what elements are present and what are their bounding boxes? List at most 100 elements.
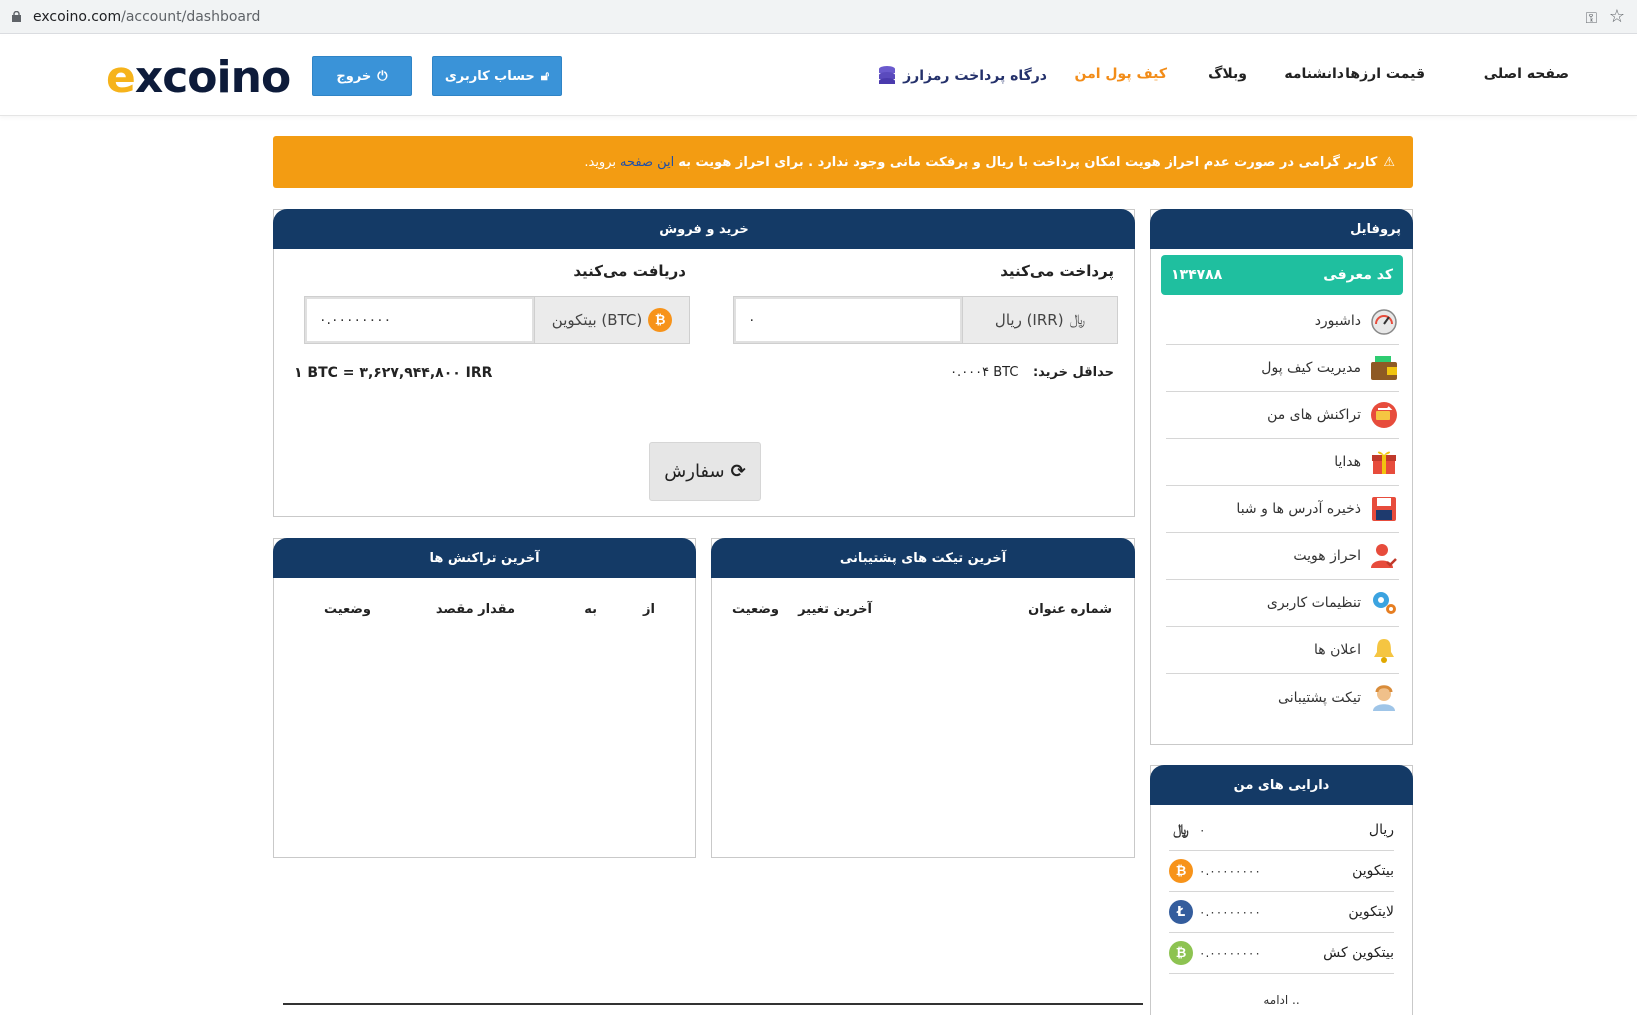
- warning-icon: ⚠: [1383, 154, 1395, 170]
- referral-code: ۱۳۴۷۸۸: [1171, 267, 1223, 283]
- asset-value: ۰: [1199, 823, 1206, 837]
- user-verify-icon: [1369, 541, 1399, 571]
- pay-currency-label: ریال (IRR): [994, 311, 1064, 329]
- asset-value: ۰.۰۰۰۰۰۰۰۰: [1199, 946, 1261, 960]
- power-icon: ⏻: [377, 68, 388, 84]
- exchange-rate: ۱ BTC = ۳,۶۲۷,۹۴۴,۸۰۰ IRR: [294, 365, 493, 381]
- txns-col-to: به: [584, 602, 597, 617]
- browser-url-bar[interactable]: excoino.com/account/dashboard ⚿ ☆: [0, 0, 1637, 34]
- assets-panel: دارایی های من ﷼ ۰ ریال ₿ ۰.۰۰۰۰۰۰۰۰ بیتک…: [1150, 765, 1413, 1015]
- bookmark-star-icon[interactable]: ☆: [1609, 6, 1625, 27]
- sidebar-item-label: تنظیمات کاربری: [1266, 595, 1361, 611]
- asset-row-rial: ﷼ ۰ ریال: [1169, 810, 1394, 851]
- url-domain: excoino.com: [33, 9, 122, 25]
- refresh-icon: ⟳: [730, 461, 746, 482]
- sidebar-item-dashboard[interactable]: داشبورد: [1166, 298, 1399, 345]
- sidebar-item-label: تراکنش های من: [1267, 407, 1361, 423]
- nav-crypto-gateway-label: درگاه پرداخت رمزارز: [903, 68, 1047, 84]
- alert-link[interactable]: این صفحه: [620, 155, 674, 170]
- asset-name: بیتکوین کش: [1323, 945, 1394, 961]
- tickets-col-title: عنوان: [1028, 602, 1066, 617]
- account-button[interactable]: حساب کاربری 🔓︎: [432, 56, 562, 96]
- sidebar-item-label: داشبورد: [1314, 313, 1361, 329]
- tickets-panel-title: آخرین تیکت های پشتیبانی: [711, 538, 1135, 578]
- wallet-icon: [1369, 353, 1399, 383]
- logo-letter-e: e: [106, 51, 136, 103]
- receive-amount-input[interactable]: ۰.۰۰۰۰۰۰۰۰: [305, 297, 534, 343]
- asset-name: ریال: [1368, 822, 1394, 838]
- account-label: حساب کاربری: [444, 68, 535, 84]
- sidebar-item-notifications[interactable]: اعلان ها: [1166, 627, 1399, 674]
- sidebar-item-saved-addresses[interactable]: ذخیره آدرس ها و شبا: [1166, 486, 1399, 533]
- asset-row-bitcoin-cash: ₿ ۰.۰۰۰۰۰۰۰۰ بیتکوین کش: [1169, 933, 1394, 974]
- logo-text: xcoino: [134, 51, 291, 103]
- nav-blog[interactable]: وبلاگ: [1208, 66, 1247, 82]
- sidebar-item-label: هدایا: [1334, 454, 1361, 470]
- trade-panel-title: خرید و فروش: [273, 209, 1135, 249]
- order-label: سفارش: [664, 461, 725, 482]
- sidebar-item-label: تیکت پشتیبانی: [1278, 689, 1361, 706]
- litecoin-icon: Ł: [1169, 900, 1193, 924]
- sidebar-item-verification[interactable]: احراز هویت: [1166, 533, 1399, 580]
- lock-icon: [12, 11, 21, 22]
- txns-col-from: از: [643, 602, 655, 617]
- sidebar-item-label: ذخیره آدرس ها و شبا: [1236, 501, 1361, 517]
- tickets-panel: آخرین تیکت های پشتیبانی شماره عنوان آخری…: [711, 538, 1135, 858]
- nav-home[interactable]: صفحه اصلی: [1484, 66, 1569, 82]
- sidebar-item-wallet[interactable]: مدیریت کیف پول: [1166, 345, 1399, 392]
- tickets-col-number: شماره: [1070, 602, 1112, 617]
- url-path: /account/dashboard: [121, 9, 261, 25]
- verification-alert: ⚠ کاربر گرامی در صورت عدم احراز هویت امک…: [273, 136, 1413, 188]
- save-icon: [1369, 494, 1399, 524]
- sidebar-item-settings[interactable]: تنظیمات کاربری: [1166, 580, 1399, 627]
- pay-currency-select[interactable]: ریال (IRR) ﷼: [962, 297, 1117, 343]
- order-button[interactable]: سفارش ⟳: [649, 442, 761, 501]
- referral-label: کد معرفی: [1323, 267, 1393, 283]
- rial-icon: ﷼: [1169, 818, 1193, 842]
- receive-currency-label: بیتکوین (BTC): [551, 311, 643, 329]
- asset-value: ۰.۰۰۰۰۰۰۰۰: [1199, 864, 1261, 878]
- nav-safe-wallet[interactable]: کیف پول امن: [1074, 66, 1167, 82]
- min-buy-value: ۰.۰۰۰۴ BTC: [950, 365, 1019, 380]
- referral-code-box[interactable]: کد معرفی ۱۳۴۷۸۸: [1161, 255, 1403, 295]
- excoino-logo[interactable]: e xcoino: [106, 50, 291, 104]
- settings-icon: [1369, 588, 1399, 618]
- unlock-icon: 🔓︎: [540, 68, 550, 84]
- txns-col-status: وضعیت: [323, 602, 371, 617]
- min-buy-label: حداقل خرید:: [1032, 365, 1114, 380]
- logout-button[interactable]: خروج ⏻: [312, 56, 412, 96]
- rial-icon: ﷼: [1069, 312, 1086, 328]
- trade-panel: خرید و فروش پرداخت می‌کنید دریافت می‌کنی…: [273, 209, 1135, 517]
- page-bottom-divider: [283, 1003, 1143, 1005]
- receive-label: دریافت می‌کنید: [573, 262, 686, 280]
- gift-icon: [1369, 447, 1399, 477]
- top-navigation: e xcoino خروج ⏻ حساب کاربری 🔓︎ صفحه اصلی …: [0, 36, 1637, 116]
- nav-knowledge[interactable]: دانشنامه: [1284, 66, 1344, 82]
- receive-currency-select[interactable]: بیتکوین (BTC) ₿: [534, 297, 689, 343]
- assets-more-link[interactable]: ادامه ..: [1151, 993, 1412, 1007]
- bell-icon: [1369, 635, 1399, 665]
- sidebar-item-transactions[interactable]: تراکنش های من: [1166, 392, 1399, 439]
- receive-field: ۰.۰۰۰۰۰۰۰۰ بیتکوین (BTC) ₿: [304, 296, 690, 344]
- url-text[interactable]: excoino.com/account/dashboard: [33, 9, 260, 25]
- dashboard-icon: [1369, 306, 1399, 336]
- nav-prices[interactable]: قیمت ارزها: [1345, 66, 1425, 82]
- logout-label: خروج: [336, 68, 372, 84]
- sidebar-item-label: احراز هویت: [1293, 548, 1361, 564]
- nav-crypto-gateway[interactable]: درگاه پرداخت رمزارز: [877, 64, 1047, 88]
- sidebar-item-gifts[interactable]: هدایا: [1166, 439, 1399, 486]
- asset-value: ۰.۰۰۰۰۰۰۰۰: [1199, 905, 1261, 919]
- bitcoin-icon: ₿: [1169, 859, 1193, 883]
- alert-text: کاربر گرامی در صورت عدم احراز هویت امکان…: [678, 154, 1378, 170]
- tickets-col-status: وضعیت: [731, 602, 779, 617]
- asset-row-litecoin: Ł ۰.۰۰۰۰۰۰۰۰ لایتکوین: [1169, 892, 1394, 933]
- bitcoin-icon: ₿: [648, 308, 673, 332]
- sidebar-item-label: مدیریت کیف پول: [1261, 360, 1361, 376]
- key-icon[interactable]: ⚿: [1586, 9, 1597, 27]
- sidebar-item-support[interactable]: تیکت پشتیبانی: [1166, 674, 1399, 721]
- assets-panel-title: دارایی های من: [1150, 765, 1413, 805]
- tickets-col-last-change: آخرین تغییر: [798, 602, 872, 617]
- sidebar-item-label: اعلان ها: [1314, 642, 1361, 658]
- pay-amount-input[interactable]: ۰: [734, 297, 962, 343]
- asset-row-bitcoin: ₿ ۰.۰۰۰۰۰۰۰۰ بیتکوین: [1169, 851, 1394, 892]
